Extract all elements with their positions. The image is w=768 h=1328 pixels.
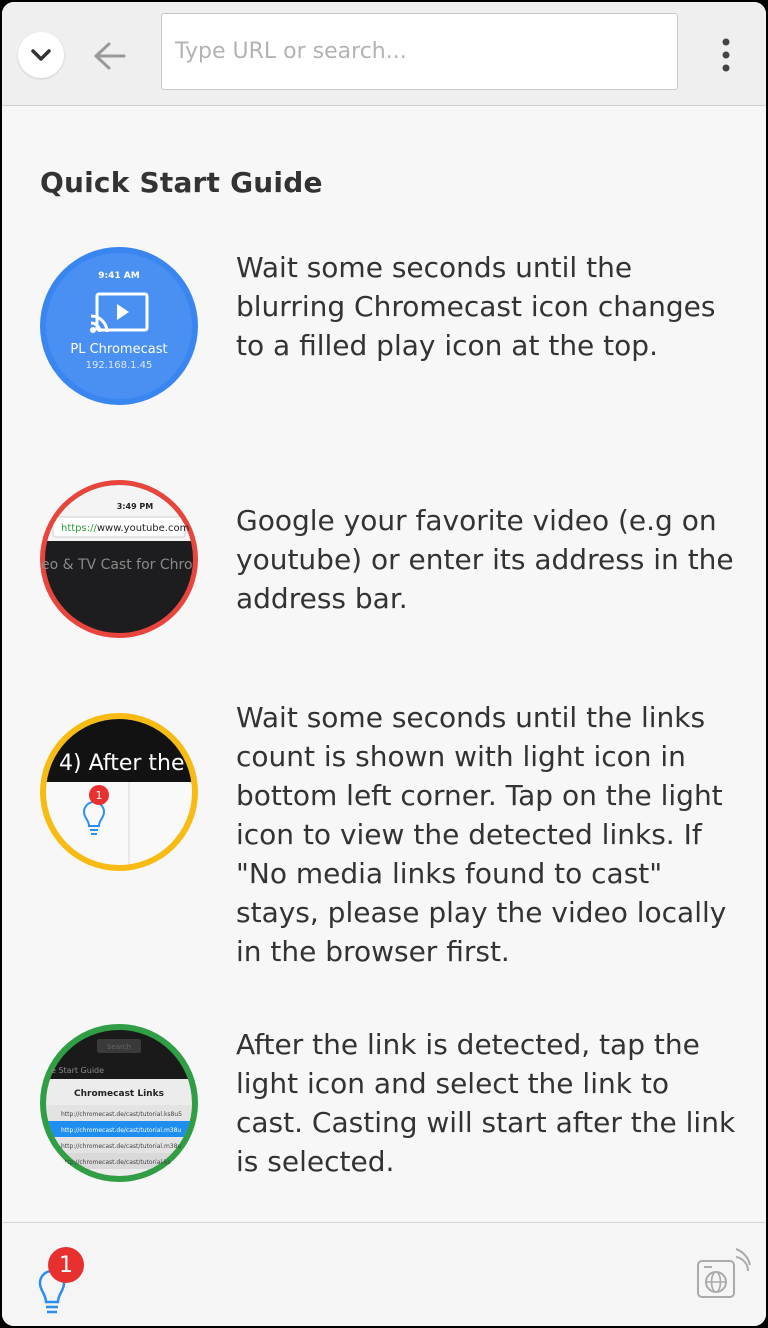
back-button[interactable] xyxy=(88,34,132,78)
thumb-device-name: PL Chromecast xyxy=(70,342,167,357)
thumb-link-item: http://chromecast.de/cast/tutorial.ks8u5 xyxy=(61,1111,182,1118)
thumb-caption: 4) After the xyxy=(59,751,185,776)
detected-links-button[interactable]: 1 xyxy=(28,1247,90,1319)
thumb-badge: 1 xyxy=(96,789,103,802)
quick-start-guide: Quick Start Guide 9:41 AM PL Chromecast xyxy=(2,106,766,1222)
top-toolbar xyxy=(2,2,766,106)
chevron-down-icon xyxy=(31,49,51,61)
thumb-link-item: http://chromecast.de/cast/tutorial.m38u xyxy=(61,1127,181,1134)
thumb-url-scheme: https:// xyxy=(61,523,97,534)
url-search-input[interactable] xyxy=(161,13,678,90)
step-4-thumbnail: Search e Start Guide Chromecast Links ht… xyxy=(39,1023,199,1183)
thumb-links-title: Chromecast Links xyxy=(74,1089,164,1099)
thumb-heading: e Start Guide xyxy=(51,1066,104,1075)
thumb-link-item: http://chromecast.de/cast/tutorial.ks xyxy=(61,1159,171,1166)
step-1-thumbnail: 9:41 AM PL Chromecast 192.168.1.45 xyxy=(39,246,199,406)
step-2-thumbnail: 3:49 PM https://www.youtube.com eo & TV … xyxy=(39,479,199,639)
arrow-left-icon xyxy=(94,42,126,70)
page-title: Quick Start Guide xyxy=(40,166,323,199)
thumb-time: 3:49 PM xyxy=(117,502,154,511)
cast-device-button[interactable] xyxy=(692,1239,752,1303)
thumb-search-button: Search xyxy=(107,1043,131,1051)
app-frame: Quick Start Guide 9:41 AM PL Chromecast xyxy=(2,2,766,1326)
links-count-badge: 1 xyxy=(48,1247,84,1283)
thumb-time: 9:41 AM xyxy=(98,271,139,281)
step-4-thumbnail-graphic: Search e Start Guide Chromecast Links ht… xyxy=(40,1024,198,1182)
bottom-toolbar: 1 xyxy=(2,1222,766,1326)
step-4-text: After the link is detected, tap the ligh… xyxy=(236,1028,736,1178)
thumb-url: https://www.youtube.com xyxy=(61,523,189,534)
step-3-thumbnail-graphic: 4) After the 1 xyxy=(40,713,198,871)
thumb-device-ip: 192.168.1.45 xyxy=(86,360,153,371)
step-2-thumbnail-graphic: 3:49 PM https://www.youtube.com eo & TV … xyxy=(40,480,198,638)
thumb-caption: eo & TV Cast for Chro xyxy=(41,557,193,573)
step-3-text: Wait some seconds until the links count … xyxy=(236,701,727,968)
more-options-button[interactable] xyxy=(706,32,746,78)
step-1-text: Wait some seconds until the blurring Chr… xyxy=(236,251,716,362)
step-3-thumbnail: 4) After the 1 xyxy=(39,712,199,872)
step-1-thumbnail-graphic: 9:41 AM PL Chromecast 192.168.1.45 xyxy=(40,247,198,405)
thumb-link-item: http://chromecast.de/cast/tutorial.m38u xyxy=(61,1143,181,1150)
thumb-url-host: www.youtube.com xyxy=(97,523,189,534)
more-vertical-icon xyxy=(722,38,730,72)
step-2-text: Google your favorite video (e.g on youtu… xyxy=(236,504,734,615)
cast-globe-icon xyxy=(697,1248,751,1298)
collapse-button[interactable] xyxy=(18,32,64,78)
